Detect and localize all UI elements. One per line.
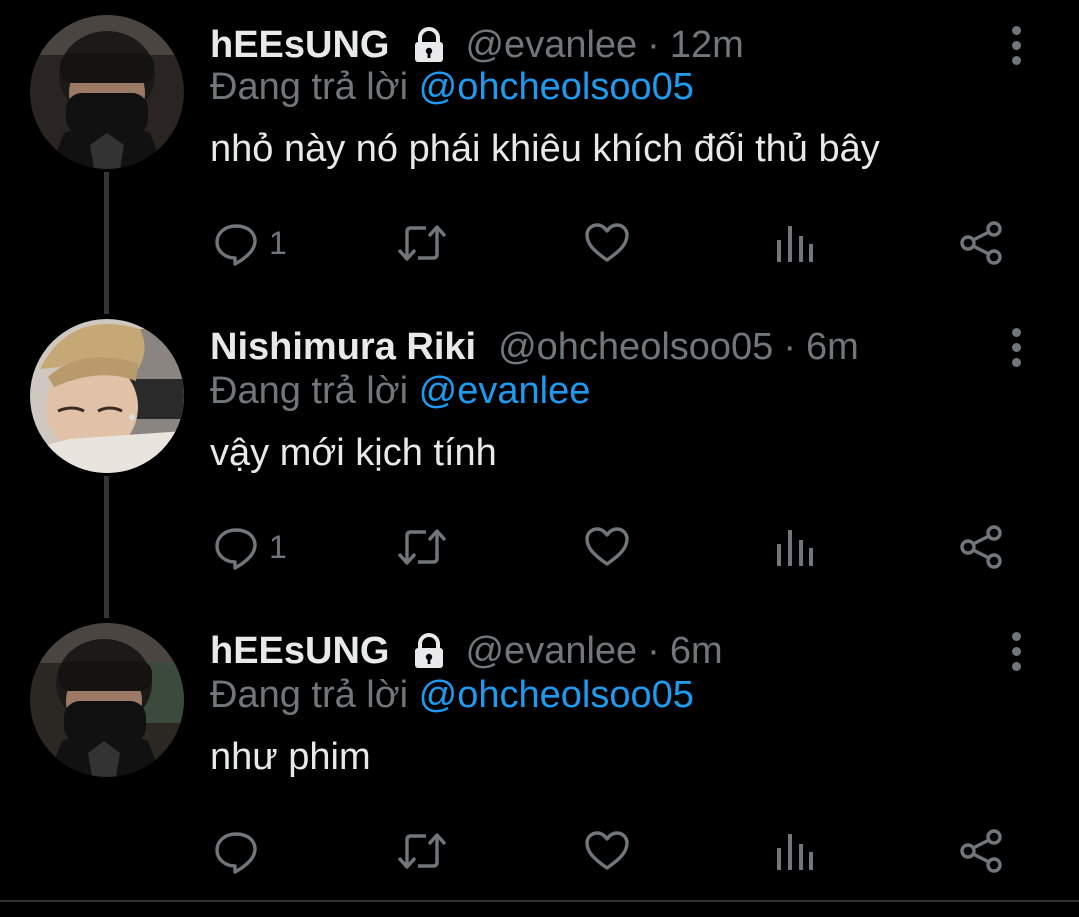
like-icon xyxy=(585,223,629,262)
replying-to-label: Đang trả lời xyxy=(210,674,409,716)
share-icon xyxy=(960,221,1002,265)
lock-icon xyxy=(409,631,449,671)
share-icon xyxy=(960,525,1002,569)
tweet[interactable]: hEEsUNG @evanlee · 12m Đang trả lời @ohc… xyxy=(0,15,1079,298)
separator-dot: · xyxy=(647,629,660,672)
like-icon xyxy=(585,831,629,870)
avatar[interactable] xyxy=(30,15,184,169)
tweet[interactable]: hEEsUNG @evanlee · 6m Đang trả lời @ohch… xyxy=(0,623,1079,896)
reply-icon xyxy=(215,528,257,570)
display-name[interactable]: hEEsUNG xyxy=(210,24,389,67)
like-button[interactable] xyxy=(584,522,630,572)
share-icon xyxy=(960,829,1002,873)
avatar[interactable] xyxy=(30,623,184,777)
tweet-header: Nishimura Riki @ohcheolsoo05 · 6m xyxy=(210,322,859,372)
tweet-text: như phim xyxy=(210,736,371,778)
replying-to-label: Đang trả lời xyxy=(210,66,409,108)
display-name[interactable]: Nishimura Riki xyxy=(210,326,476,369)
timestamp[interactable]: 6m xyxy=(806,326,859,369)
more-icon[interactable] xyxy=(996,20,1036,70)
replying-to: Đang trả lời @ohcheolsoo05 xyxy=(210,674,694,717)
reply-icon xyxy=(215,224,257,266)
analytics-icon xyxy=(777,226,813,262)
reply-button[interactable] xyxy=(213,826,269,876)
share-button[interactable] xyxy=(958,826,1004,876)
retweet-icon xyxy=(397,529,447,565)
share-button[interactable] xyxy=(958,218,1004,268)
reply-count: 1 xyxy=(269,224,287,261)
username-handle[interactable]: @evanlee xyxy=(465,24,637,67)
retweet-button[interactable] xyxy=(396,218,448,268)
display-name[interactable]: hEEsUNG xyxy=(210,630,389,673)
like-button[interactable] xyxy=(584,218,630,268)
retweet-icon xyxy=(397,833,447,869)
retweet-button[interactable] xyxy=(396,522,448,572)
reply-mention[interactable]: @evanlee xyxy=(419,370,591,412)
username-handle[interactable]: @evanlee xyxy=(465,630,637,673)
analytics-button[interactable] xyxy=(775,218,815,268)
replying-to-label: Đang trả lời xyxy=(210,370,409,412)
retweet-icon xyxy=(397,225,447,261)
like-button[interactable] xyxy=(584,826,630,876)
tweet-header: hEEsUNG @evanlee · 6m xyxy=(210,626,723,676)
separator-dot: · xyxy=(647,23,660,66)
separator-dot: · xyxy=(783,325,796,368)
like-icon xyxy=(585,527,629,566)
reply-mention[interactable]: @ohcheolsoo05 xyxy=(419,674,694,716)
divider xyxy=(0,900,1079,902)
more-icon[interactable] xyxy=(996,626,1036,676)
lock-icon xyxy=(409,25,449,65)
timestamp[interactable]: 12m xyxy=(670,24,744,67)
tweet-header: hEEsUNG @evanlee · 12m xyxy=(210,20,744,70)
reply-icon xyxy=(215,832,257,874)
analytics-button[interactable] xyxy=(775,522,815,572)
reply-button[interactable]: 1 xyxy=(213,522,287,572)
username-handle[interactable]: @ohcheolsoo05 xyxy=(498,326,773,369)
avatar[interactable] xyxy=(30,319,184,473)
tweet-text: nhỏ này nó phái khiêu khích đối thủ bây xyxy=(210,128,880,170)
reply-count: 1 xyxy=(269,528,287,565)
share-button[interactable] xyxy=(958,522,1004,572)
timestamp[interactable]: 6m xyxy=(670,630,723,673)
replying-to: Đang trả lời @ohcheolsoo05 xyxy=(210,66,694,109)
tweet[interactable]: Nishimura Riki @ohcheolsoo05 · 6m Đang t… xyxy=(0,319,1079,602)
analytics-button[interactable] xyxy=(775,826,815,876)
more-icon[interactable] xyxy=(996,322,1036,372)
reply-button[interactable]: 1 xyxy=(213,218,287,268)
analytics-icon xyxy=(777,834,813,870)
reply-mention[interactable]: @ohcheolsoo05 xyxy=(419,66,694,108)
analytics-icon xyxy=(777,530,813,566)
retweet-button[interactable] xyxy=(396,826,448,876)
tweet-text: vậy mới kịch tính xyxy=(210,432,497,474)
replying-to: Đang trả lời @evanlee xyxy=(210,370,590,413)
